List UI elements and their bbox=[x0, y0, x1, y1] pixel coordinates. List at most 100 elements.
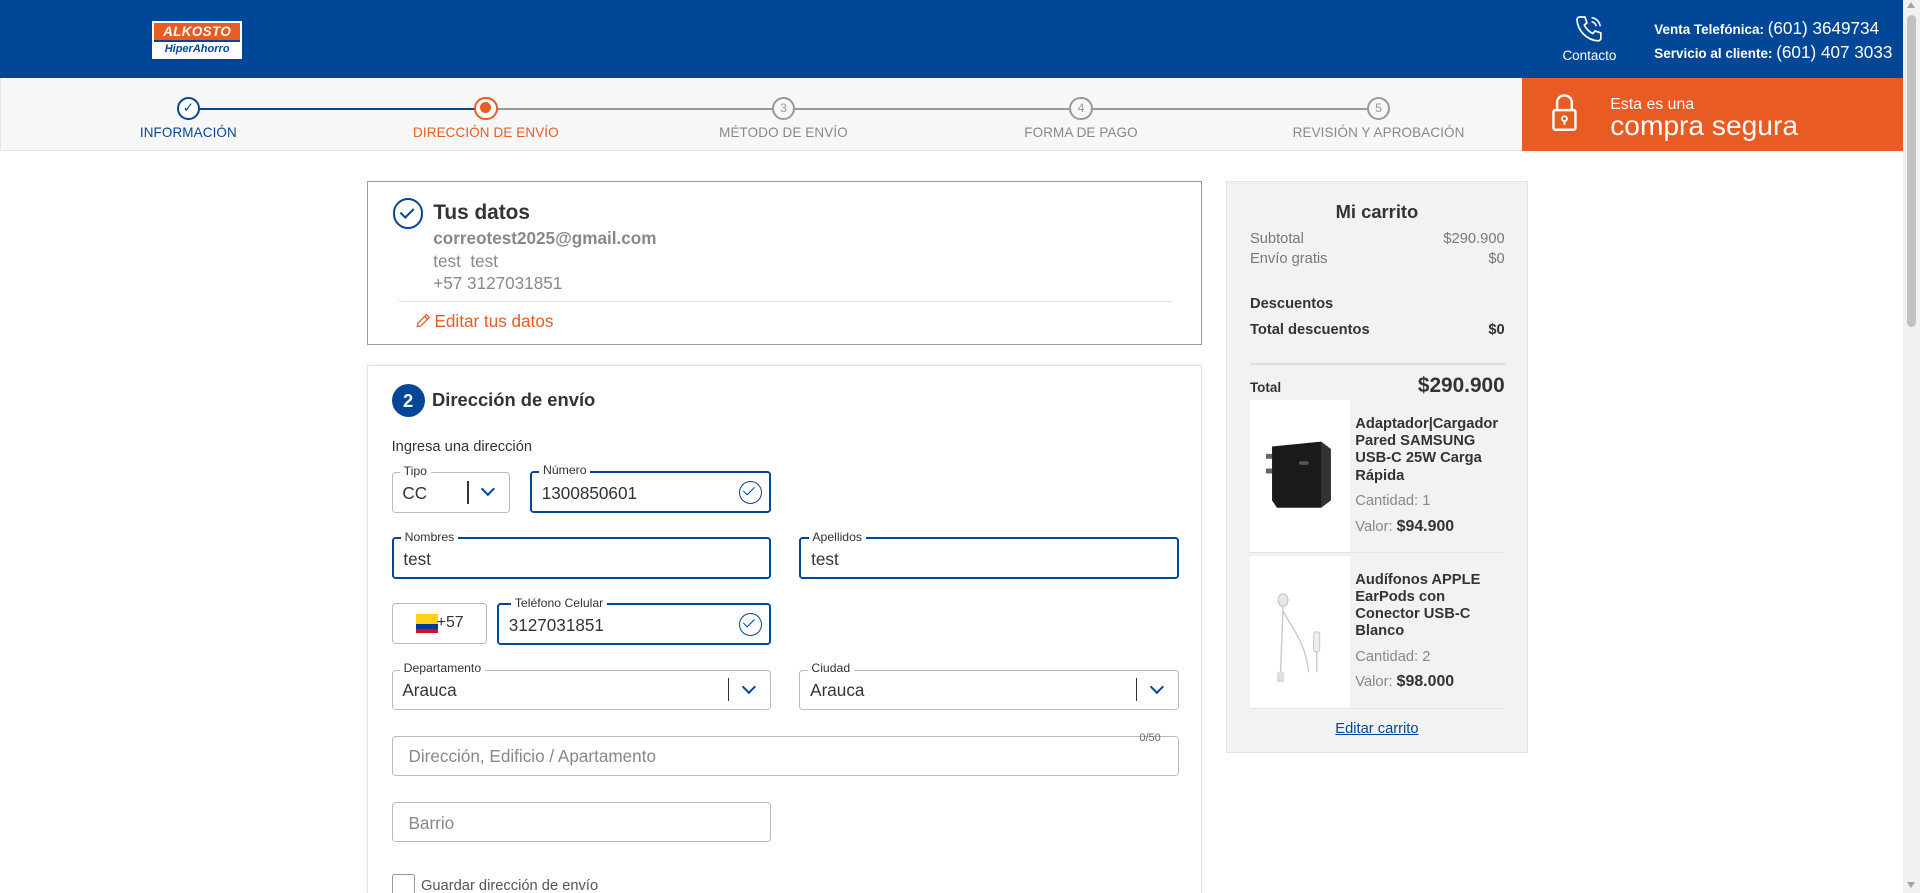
step-label: DIRECCIÓN DE ENVÍO bbox=[413, 124, 559, 140]
product-quantity: Cantidad: 2 bbox=[1355, 648, 1431, 665]
cart-item: Adaptador|Cargador Pared SAMSUNG USB-C 2… bbox=[1249, 400, 1505, 554]
scroll-up-arrow-icon[interactable] bbox=[1906, 2, 1915, 9]
contact-label: Contacto bbox=[1562, 47, 1617, 63]
sales-phone-label: Venta Telefónica: bbox=[1654, 22, 1764, 38]
contact-button[interactable]: Contacto bbox=[1558, 13, 1622, 63]
total-label: Total bbox=[1249, 380, 1282, 396]
step-number: 3 bbox=[771, 96, 796, 120]
last-name-field[interactable]: Apellidos test bbox=[799, 529, 1179, 579]
address-input[interactable]: Dirección, Edificio / Apartamento 0/50 bbox=[391, 732, 1179, 777]
service-phone-line: Servicio al cliente: (601) 407 3033 bbox=[1654, 41, 1892, 65]
step-direccion-envio: DIRECCIÓN DE ENVÍO bbox=[363, 96, 608, 140]
select-separator bbox=[467, 480, 469, 505]
edit-your-data-link[interactable]: Editar tus datos bbox=[415, 310, 554, 332]
product-image bbox=[1249, 400, 1351, 552]
cart-title: Mi carrito bbox=[1335, 200, 1419, 222]
step-number-badge: 2 bbox=[391, 384, 425, 418]
step-revision: 5 REVISIÓN Y APROBACIÓN bbox=[1256, 96, 1501, 140]
your-data-card: Tus datos correotest2025@gmail.com test … bbox=[367, 181, 1203, 346]
step-active-dot-icon bbox=[474, 96, 498, 120]
product-value-amount: $98.000 bbox=[1396, 673, 1455, 691]
product-value-label: Valor: bbox=[1355, 518, 1393, 535]
pencil-icon bbox=[416, 314, 430, 328]
step-informacion[interactable]: ✓ INFORMACIÓN bbox=[66, 96, 311, 140]
document-number-field[interactable]: Número 1300850601 bbox=[529, 463, 772, 513]
product-value: Valor: $94.900 bbox=[1355, 518, 1454, 536]
padlock-icon bbox=[1552, 94, 1578, 131]
step-label: FORMA DE PAGO bbox=[1024, 124, 1138, 140]
edit-your-data-label: Editar tus datos bbox=[434, 310, 554, 331]
step-connector-pending bbox=[485, 107, 1379, 111]
chevron-down-icon bbox=[1149, 679, 1164, 694]
valid-check-icon bbox=[738, 480, 763, 504]
alkosto-logo[interactable]: ALKOSTO HiperAhorro bbox=[151, 20, 243, 59]
mobile-phone-label: Teléfono Celular bbox=[511, 595, 607, 611]
subtotal-label: Subtotal bbox=[1249, 231, 1304, 248]
document-type-value: CC bbox=[402, 483, 428, 504]
save-address-option[interactable]: Guardar dirección de envío bbox=[391, 874, 598, 893]
discounts-row: Descuentos bbox=[1250, 296, 1505, 312]
edit-cart-link[interactable]: Editar carrito bbox=[1227, 721, 1527, 737]
select-separator bbox=[728, 677, 730, 702]
shipping-row: Envío gratis $0 bbox=[1250, 251, 1505, 267]
cart-summary: Mi carrito Subtotal $290.900 Envío grati… bbox=[1225, 181, 1529, 754]
last-name-label: Apellidos bbox=[808, 529, 866, 545]
department-select[interactable]: Departamento Arauca bbox=[391, 660, 772, 710]
valid-check-icon bbox=[738, 612, 763, 637]
phone-icon bbox=[1576, 16, 1603, 43]
total-discounts-row: Total descuentos $0 bbox=[1250, 322, 1505, 338]
step-label: MÉTODO DE ENVÍO bbox=[719, 124, 848, 140]
save-address-checkbox[interactable] bbox=[391, 874, 415, 893]
scroll-down-arrow-icon[interactable] bbox=[1906, 881, 1915, 888]
shipping-address-card: 2 Dirección de envío Ingresa una direcci… bbox=[367, 364, 1203, 893]
city-value: Arauca bbox=[810, 680, 865, 701]
select-separator bbox=[1135, 677, 1138, 702]
step-label: INFORMACIÓN bbox=[139, 124, 237, 140]
neighborhood-placeholder: Barrio bbox=[408, 812, 455, 833]
scrollbar-thumb[interactable] bbox=[1906, 14, 1917, 327]
chevron-down-icon bbox=[741, 679, 756, 694]
step-check-icon: ✓ bbox=[176, 96, 200, 120]
service-phone-label: Servicio al cliente: bbox=[1654, 46, 1773, 62]
earpods-image bbox=[1276, 593, 1321, 682]
mobile-phone-field[interactable]: Teléfono Celular 3127031851 bbox=[496, 595, 772, 646]
city-select[interactable]: Ciudad Arauca bbox=[799, 660, 1179, 710]
product-value-amount: $94.900 bbox=[1396, 517, 1455, 535]
phone-numbers: Venta Telefónica: (601) 3649734 Servicio… bbox=[1654, 17, 1892, 66]
subtotal-row: Subtotal $290.900 bbox=[1250, 231, 1505, 247]
total-discounts-label: Total descuentos bbox=[1249, 321, 1370, 338]
step-forma-pago: 4 FORMA DE PAGO bbox=[959, 96, 1204, 140]
document-number-label: Número bbox=[539, 463, 591, 479]
step-number: 5 bbox=[1366, 96, 1391, 120]
your-data-name: test test bbox=[433, 250, 498, 271]
country-prefix-select[interactable]: +57 bbox=[391, 603, 488, 644]
chevron-down-icon bbox=[481, 482, 496, 497]
document-type-select[interactable]: Tipo CC bbox=[391, 463, 511, 513]
step-number: 4 bbox=[1069, 96, 1093, 120]
divider bbox=[397, 300, 1172, 303]
country-prefix-value: +57 bbox=[436, 614, 464, 632]
your-data-phone: +57 3127031851 bbox=[433, 272, 563, 293]
neighborhood-input[interactable]: Barrio bbox=[391, 801, 772, 843]
sales-phone-number[interactable]: (601) 3649734 bbox=[1768, 18, 1879, 38]
vertical-scrollbar[interactable] bbox=[1902, 0, 1920, 893]
cart-item: Audífonos APPLE EarPods con Conector USB… bbox=[1249, 555, 1505, 709]
product-quantity: Cantidad: 1 bbox=[1355, 493, 1431, 510]
shipping-label: Envío gratis bbox=[1249, 250, 1328, 267]
product-value-label: Valor: bbox=[1355, 674, 1393, 691]
step-label: REVISIÓN Y APROBACIÓN bbox=[1292, 124, 1465, 140]
service-phone-number[interactable]: (601) 407 3033 bbox=[1776, 42, 1892, 62]
first-name-field[interactable]: Nombres test bbox=[391, 529, 772, 579]
sales-phone-line: Venta Telefónica: (601) 3649734 bbox=[1654, 17, 1892, 41]
first-name-label: Nombres bbox=[400, 529, 458, 545]
divider bbox=[1249, 363, 1505, 365]
total-row: Total $290.900 bbox=[1250, 374, 1505, 398]
secure-text-big: compra segura bbox=[1610, 110, 1799, 142]
colombia-flag-icon bbox=[415, 614, 438, 633]
last-name-value: test bbox=[811, 549, 839, 570]
checkout-steps: ✓ INFORMACIÓN DIRECCIÓN DE ENVÍO 3 MÉTOD… bbox=[0, 78, 1523, 151]
secure-purchase-banner: Esta es una compra segura bbox=[1522, 78, 1903, 151]
step-metodo-envio: 3 MÉTODO DE ENVÍO bbox=[661, 96, 906, 140]
product-image bbox=[1249, 555, 1351, 708]
character-counter: 0/50 bbox=[1139, 731, 1161, 744]
